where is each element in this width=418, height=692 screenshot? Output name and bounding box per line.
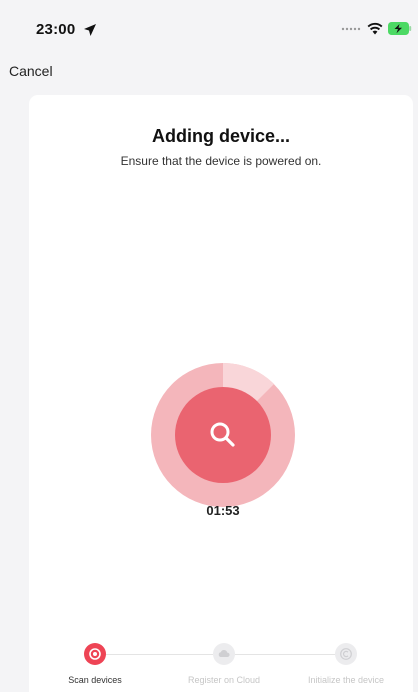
step-label-scan: Scan devices	[68, 675, 122, 685]
step-connector	[235, 654, 338, 655]
step-connector	[105, 654, 213, 655]
battery-charging-icon	[388, 22, 412, 35]
step-label-register: Register on Cloud	[187, 675, 261, 685]
countdown-timer: 01:53	[206, 503, 240, 518]
status-bar: 23:00	[0, 0, 418, 50]
page-subtitle: Ensure that the device is powered on.	[120, 154, 322, 168]
scanning-radar	[151, 362, 295, 507]
cancel-button[interactable]: Cancel	[9, 63, 53, 79]
status-time: 23:00	[36, 21, 76, 38]
radar-inner-circle	[175, 387, 271, 483]
step-label-initialize: Initialize the device	[307, 675, 385, 685]
wifi-icon	[367, 22, 383, 35]
page-title: Adding device...	[151, 126, 291, 146]
location-arrow-icon	[84, 24, 96, 36]
scan-step-icon	[84, 643, 106, 665]
initialize-step-icon	[335, 643, 357, 665]
add-device-screen: 23:00 Cancel Adding device... Ensure tha…	[0, 0, 418, 692]
cloud-step-icon	[213, 643, 235, 665]
signal-dots-icon	[341, 27, 361, 31]
